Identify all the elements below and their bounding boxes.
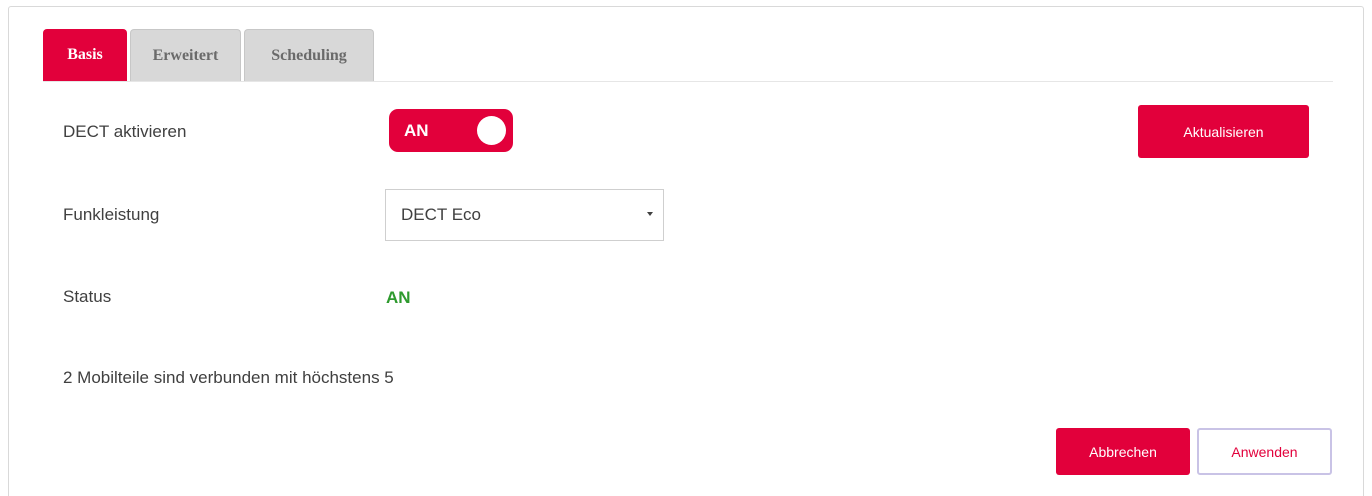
refresh-button[interactable]: Aktualisieren bbox=[1138, 105, 1309, 158]
tab-erweitert[interactable]: Erweitert bbox=[130, 29, 241, 81]
chevron-down-icon bbox=[647, 212, 653, 216]
apply-button[interactable]: Anwenden bbox=[1197, 428, 1332, 475]
toggle-knob bbox=[477, 116, 506, 145]
tab-bar: Basis Erweitert Scheduling bbox=[43, 29, 377, 82]
radio-power-value: DECT Eco bbox=[401, 205, 481, 224]
status-value: AN bbox=[386, 288, 411, 307]
tab-scheduling[interactable]: Scheduling bbox=[244, 29, 374, 81]
toggle-state-text: AN bbox=[404, 121, 429, 140]
handsets-info-text: 2 Mobilteile sind verbunden mit höchsten… bbox=[63, 368, 394, 387]
cancel-button[interactable]: Abbrechen bbox=[1056, 428, 1190, 475]
radio-power-label: Funkleistung bbox=[63, 205, 160, 224]
dect-enable-toggle[interactable]: AN bbox=[389, 109, 513, 152]
dect-enable-label: DECT aktivieren bbox=[63, 122, 187, 141]
tab-divider bbox=[43, 81, 1333, 82]
radio-power-select[interactable]: DECT Eco bbox=[385, 189, 664, 241]
tab-basis[interactable]: Basis bbox=[43, 29, 127, 81]
status-label: Status bbox=[63, 287, 112, 306]
